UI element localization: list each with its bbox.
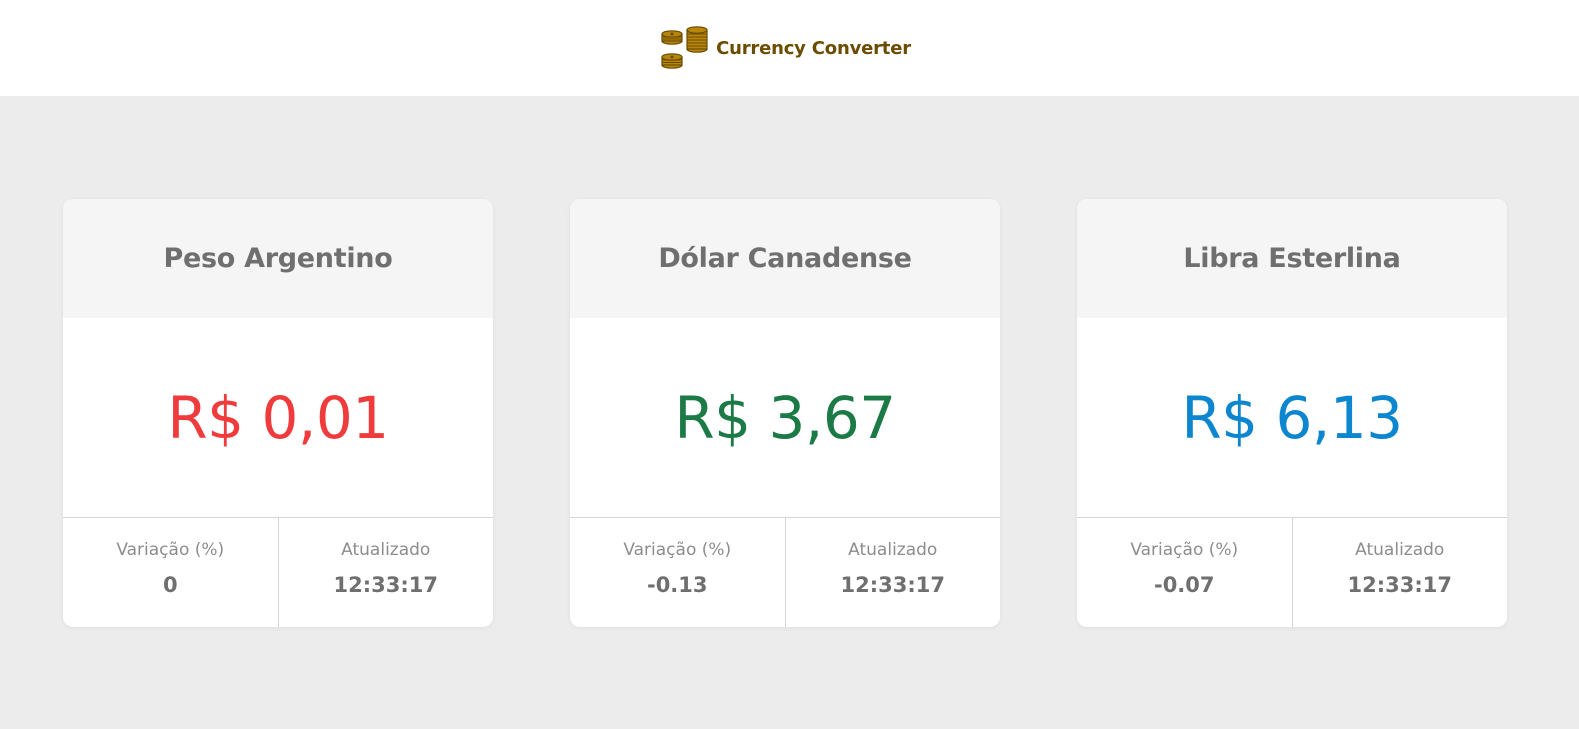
variation-value: -0.07 [1153,573,1215,597]
card-footer: Variação (%) 0 Atualizado 12:33:17 [63,518,493,627]
card-body: R$ 0,01 [63,318,493,518]
currency-name: Libra Esterlina [1183,243,1401,274]
currency-card-gbp: Libra Esterlina R$ 6,13 Variação (%) -0.… [1077,199,1507,627]
variation-stat: Variação (%) 0 [63,518,278,627]
card-body: R$ 3,67 [570,318,1000,518]
currency-name: Peso Argentino [163,243,393,274]
variation-value: -0.13 [646,573,708,597]
updated-value: 12:33:17 [840,573,945,597]
updated-label: Atualizado [1355,540,1445,560]
variation-label: Variação (%) [1130,540,1239,560]
variation-stat: Variação (%) -0.13 [570,518,785,627]
currency-price: R$ 3,67 [674,383,896,452]
coins-icon [661,26,708,69]
card-body: R$ 6,13 [1077,318,1507,518]
variation-label: Variação (%) [623,540,732,560]
card-footer: Variação (%) -0.07 Atualizado 12:33:17 [1077,518,1507,627]
card-header: Libra Esterlina [1077,199,1507,318]
card-header: Peso Argentino [63,199,493,318]
card-footer: Variação (%) -0.13 Atualizado 12:33:17 [570,518,1000,627]
variation-label: Variação (%) [116,540,225,560]
currency-name: Dólar Canadense [658,243,912,274]
variation-stat: Variação (%) -0.07 [1077,518,1292,627]
app-title: Currency Converter [716,37,911,59]
variation-value: 0 [162,573,178,597]
currency-card-cad: Dólar Canadense R$ 3,67 Variação (%) -0.… [570,199,1000,627]
currency-price: R$ 0,01 [167,383,389,452]
app-header: Currency Converter [0,0,1579,96]
updated-label: Atualizado [848,540,938,560]
updated-label: Atualizado [341,540,431,560]
updated-stat: Atualizado 12:33:17 [277,518,494,627]
updated-value: 12:33:17 [1347,573,1452,597]
brand[interactable]: Currency Converter [660,25,911,71]
card-header: Dólar Canadense [570,199,1000,318]
currency-card-ars: Peso Argentino R$ 0,01 Variação (%) 0 At… [63,199,493,627]
currency-price: R$ 6,13 [1181,383,1403,452]
updated-stat: Atualizado 12:33:17 [1291,518,1508,627]
updated-stat: Atualizado 12:33:17 [784,518,1001,627]
updated-value: 12:33:17 [333,573,438,597]
